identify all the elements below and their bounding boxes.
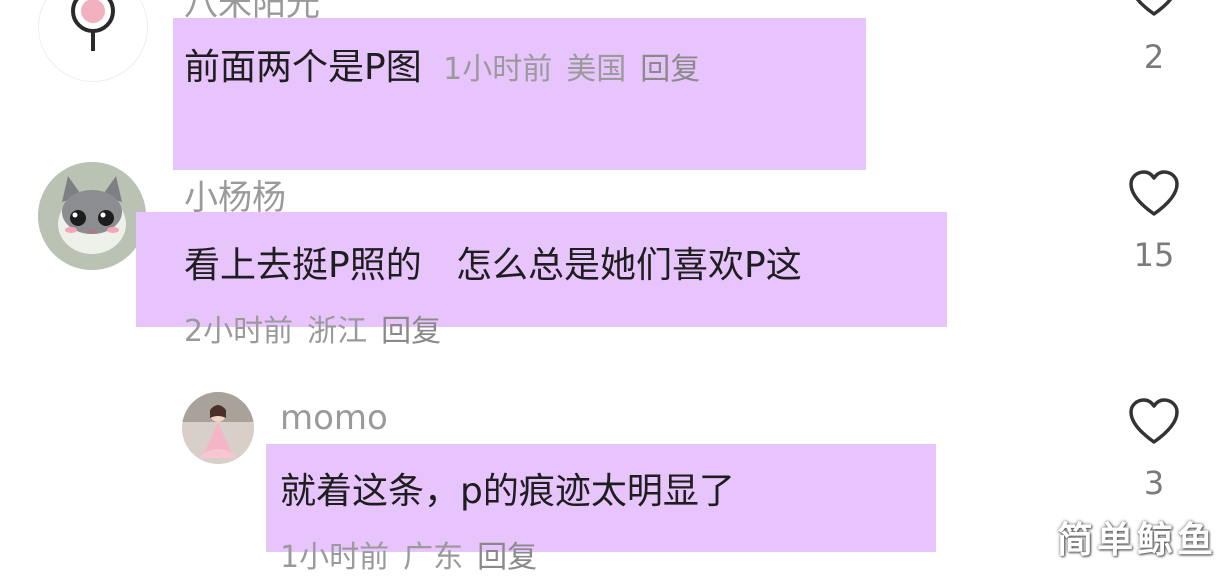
comment-meta: 2小时前 浙江 回复 xyxy=(184,306,455,350)
like-count: 15 xyxy=(1133,236,1175,274)
comment-text: 前面两个是P图 1小时前 美国 回复 xyxy=(184,38,714,90)
like-count: 2 xyxy=(1143,38,1165,76)
avatar[interactable] xyxy=(38,0,148,82)
cat-avatar-image xyxy=(38,162,146,270)
comment-time: 2小时前 xyxy=(184,314,294,349)
girl-avatar-image xyxy=(182,392,254,464)
heart-outline-icon[interactable] xyxy=(1127,0,1181,18)
reply-button[interactable]: 回复 xyxy=(477,540,537,575)
reply-button[interactable]: 回复 xyxy=(640,52,700,87)
comment-time: 1小时前 xyxy=(280,540,390,575)
watermark: 简单鲸鱼 xyxy=(1056,520,1217,561)
heart-outline-icon[interactable] xyxy=(1127,398,1181,446)
heart-outline-icon[interactable] xyxy=(1127,170,1181,218)
comment-location: 美国 xyxy=(566,52,627,87)
comment-location: 浙江 xyxy=(307,314,368,349)
comment-location: 广东 xyxy=(403,540,464,575)
like-count: 3 xyxy=(1143,464,1165,502)
comment-time: 1小时前 xyxy=(443,52,553,87)
reply-button[interactable]: 回复 xyxy=(381,314,441,349)
comment-meta: 1小时前 广东 回复 xyxy=(280,532,551,576)
avatar[interactable] xyxy=(182,392,254,464)
avatar[interactable] xyxy=(38,162,146,270)
comment-text: 看上去挺P照的 怎么总是她们喜欢P这 xyxy=(184,245,802,286)
lollipop-avatar-image xyxy=(71,0,115,51)
comment-text-content: 前面两个是P图 xyxy=(184,47,422,88)
comment-username[interactable]: momo xyxy=(280,398,388,438)
comment-text: 就着这条，p的痕迹太明显了 xyxy=(280,471,735,512)
